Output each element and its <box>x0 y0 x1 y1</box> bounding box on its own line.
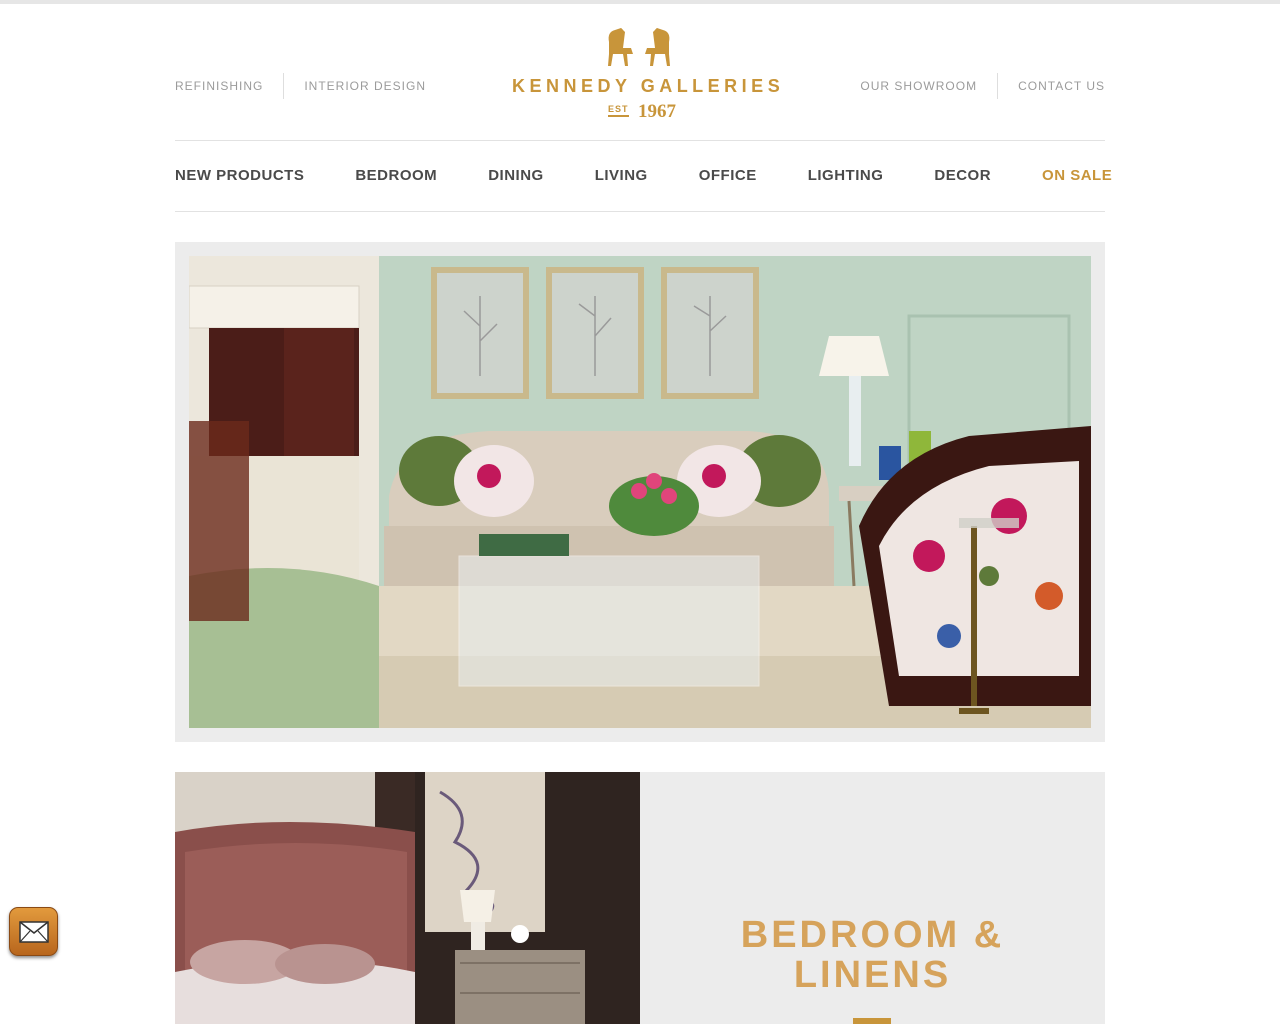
living-room-illustration <box>189 256 1091 728</box>
logo-year: 1967 <box>638 101 676 122</box>
category-title: BEDROOM & LINENS <box>640 915 1105 995</box>
hero-image[interactable] <box>189 256 1091 728</box>
refinishing-link[interactable]: REFINISHING <box>175 72 283 100</box>
category-title-line2: LINENS <box>793 954 952 996</box>
header-divider <box>175 140 1105 141</box>
category-title-line1: BEDROOM & <box>740 914 1005 956</box>
chairs-logo-icon <box>608 28 670 66</box>
bedroom-image[interactable] <box>175 772 640 1024</box>
accent-bar <box>853 1018 891 1024</box>
mail-icon <box>19 921 49 943</box>
bedroom-category-panel[interactable]: BEDROOM & LINENS <box>640 772 1105 1024</box>
email-signup-button[interactable] <box>9 907 58 956</box>
utility-nav-right: OUR SHOWROOM CONTACT US <box>860 72 1105 100</box>
nav-divider <box>175 211 1105 212</box>
site-logo[interactable]: KENNEDY GALLERIES EST 1967 <box>512 24 785 124</box>
nav-office[interactable]: OFFICE <box>699 167 757 184</box>
nav-on-sale[interactable]: ON SALE <box>1042 167 1112 184</box>
contact-us-link[interactable]: CONTACT US <box>998 72 1105 100</box>
logo-est: EST <box>608 104 629 117</box>
nav-new-products[interactable]: NEW PRODUCTS <box>175 167 304 184</box>
utility-nav-left: REFINISHING INTERIOR DESIGN <box>175 72 426 100</box>
logo-brand-name: KENNEDY GALLERIES <box>512 76 785 96</box>
our-showroom-link[interactable]: OUR SHOWROOM <box>860 72 997 100</box>
nav-dining[interactable]: DINING <box>488 167 544 184</box>
nav-living[interactable]: LIVING <box>595 167 648 184</box>
nav-decor[interactable]: DECOR <box>934 167 991 184</box>
bedroom-illustration <box>175 772 640 1024</box>
main-nav: NEW PRODUCTS BEDROOM DINING LIVING OFFIC… <box>175 160 1112 190</box>
nav-lighting[interactable]: LIGHTING <box>808 167 884 184</box>
nav-bedroom[interactable]: BEDROOM <box>355 167 437 184</box>
top-border <box>0 0 1280 4</box>
hero-frame <box>175 242 1105 742</box>
interior-design-link[interactable]: INTERIOR DESIGN <box>284 72 426 100</box>
